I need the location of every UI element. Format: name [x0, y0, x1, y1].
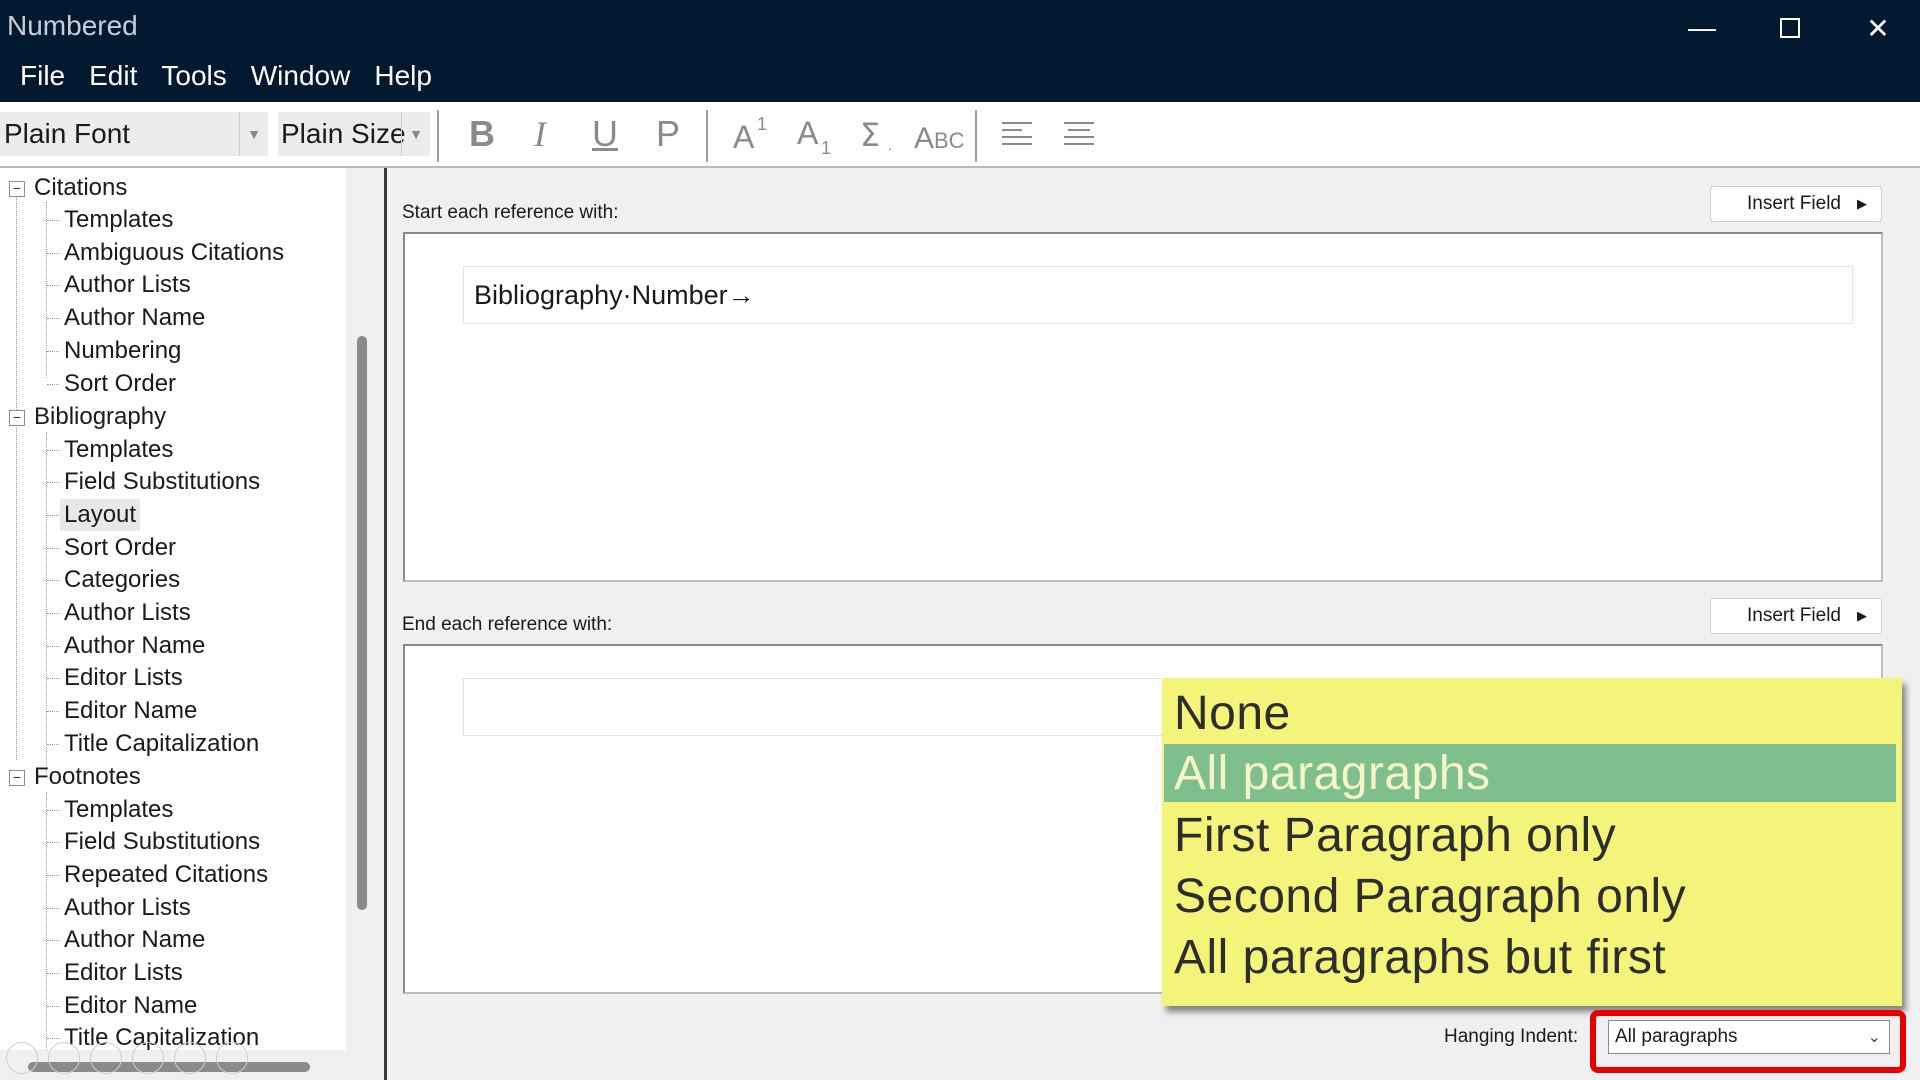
option-second-paragraph-only[interactable]: Second Paragraph only — [1174, 869, 1686, 924]
more-icon[interactable] — [216, 1042, 248, 1074]
toolbar-divider — [975, 110, 977, 162]
tree-item-bibliography-editor-lists[interactable]: Editor Lists — [64, 662, 183, 694]
copy-icon[interactable] — [132, 1042, 164, 1074]
svg-text:A: A — [797, 115, 819, 151]
collapse-icon[interactable]: − — [9, 770, 25, 786]
tree-group-footnotes[interactable]: Footnotes — [34, 761, 141, 793]
edit-icon[interactable] — [90, 1042, 122, 1074]
svg-text:A: A — [733, 119, 755, 154]
tree-item-ambiguous-citations[interactable]: Ambiguous Citations — [64, 237, 284, 269]
chevron-down-icon[interactable]: ▼ — [401, 112, 430, 156]
size-select[interactable]: Plain Size ▼ — [278, 112, 430, 156]
underline-button[interactable]: U — [584, 112, 626, 156]
bold-button[interactable]: B — [462, 112, 502, 156]
hanging-indent-options-list: None All paragraphs First Paragraph only… — [1162, 678, 1902, 1006]
menu-window[interactable]: Window — [239, 60, 363, 92]
back-icon[interactable] — [6, 1042, 38, 1074]
start-reference-content[interactable]: Bibliography·Number→ — [463, 266, 1853, 324]
tree-item-citations-templates[interactable]: Templates — [64, 204, 173, 236]
plain-button[interactable]: P — [648, 112, 688, 156]
menu-edit[interactable]: Edit — [77, 60, 149, 92]
option-none[interactable]: None — [1174, 686, 1291, 741]
tree-item-bibliography-templates[interactable]: Templates — [64, 434, 173, 466]
toolbar-divider — [437, 110, 439, 162]
tree-item-bibliography-sort-order[interactable]: Sort Order — [64, 532, 176, 564]
end-insert-field-button[interactable]: Insert Field ▶ — [1710, 598, 1882, 634]
svg-text:.: . — [888, 137, 892, 153]
close-icon[interactable]: ✕ — [1850, 8, 1906, 48]
option-all-paragraphs-but-first[interactable]: All paragraphs but first — [1174, 930, 1666, 985]
tree-item-citations-author-lists[interactable]: Author Lists — [64, 269, 191, 301]
menu-file[interactable]: File — [8, 60, 77, 92]
font-select[interactable]: Plain Font ▼ — [0, 112, 268, 156]
svg-text:1: 1 — [821, 138, 831, 156]
svg-text:Σ: Σ — [860, 116, 880, 154]
italic-button[interactable]: I — [520, 112, 560, 156]
start-reference-editor[interactable]: Bibliography·Number→ — [403, 232, 1883, 582]
tree-item-bibliography-field-substitutions[interactable]: Field Substitutions — [64, 466, 260, 498]
tree-item-footnotes-field-substitutions[interactable]: Field Substitutions — [64, 826, 260, 858]
tree-item-footnotes-editor-name[interactable]: Editor Name — [64, 990, 197, 1022]
tree-item-bibliography-author-name[interactable]: Author Name — [64, 630, 205, 662]
svg-text:BC: BC — [934, 128, 964, 153]
title-bar: Numbered — ✕ File Edit Tools Window Help — [0, 0, 1920, 102]
maximize-icon[interactable] — [1762, 8, 1818, 48]
start-insert-field-button[interactable]: Insert Field ▶ — [1710, 186, 1882, 222]
tree-item-categories[interactable]: Categories — [64, 564, 180, 596]
subscript-icon[interactable]: A1 — [794, 112, 840, 156]
tree-item-citations-author-name[interactable]: Author Name — [64, 302, 205, 334]
svg-text:A: A — [914, 122, 934, 154]
forward-icon[interactable] — [48, 1042, 80, 1074]
tree-item-repeated-citations[interactable]: Repeated Citations — [64, 859, 268, 891]
caret-right-icon: ▶ — [1857, 608, 1867, 623]
window-title: Numbered — [7, 10, 138, 41]
chevron-down-icon[interactable]: ▼ — [239, 112, 268, 156]
menu-help[interactable]: Help — [362, 60, 444, 92]
collapse-icon[interactable]: − — [9, 181, 25, 197]
insert-field-label: Insert Field — [1747, 193, 1841, 214]
tree-vertical-scrollbar[interactable] — [357, 336, 367, 910]
size-select-value: Plain Size — [281, 118, 406, 149]
tree-item-bibliography-editor-name[interactable]: Editor Name — [64, 695, 197, 727]
option-all-paragraphs[interactable]: All paragraphs — [1174, 746, 1491, 801]
formatting-toolbar: Plain Font ▼ Plain Size ▼ B I U P A1 A1 … — [0, 102, 1920, 168]
tree-item-bibliography-author-lists[interactable]: Author Lists — [64, 597, 191, 629]
tree-item-footnotes-author-name[interactable]: Author Name — [64, 924, 205, 956]
style-sections-tree: − Citations Templates Ambiguous Citation… — [0, 168, 346, 1050]
search-icon[interactable] — [174, 1042, 206, 1074]
tree-item-bibliography-title-capitalization[interactable]: Title Capitalization — [64, 728, 259, 760]
align-center-icon[interactable] — [1062, 112, 1096, 156]
tree-group-bibliography[interactable]: Bibliography — [34, 401, 166, 433]
tree-item-footnotes-author-lists[interactable]: Author Lists — [64, 892, 191, 924]
caret-right-icon: ▶ — [1857, 196, 1867, 211]
option-first-paragraph-only[interactable]: First Paragraph only — [1174, 808, 1616, 863]
symbol-icon[interactable]: Σ. — [856, 112, 900, 156]
pane-splitter[interactable] — [384, 168, 387, 1080]
tree-item-footnotes-templates[interactable]: Templates — [64, 794, 173, 826]
collapse-icon[interactable]: − — [9, 410, 25, 426]
align-left-icon[interactable] — [1000, 112, 1034, 156]
tree-item-numbering[interactable]: Numbering — [64, 335, 181, 367]
toolbar-divider — [706, 110, 708, 162]
tree-group-citations[interactable]: Citations — [34, 172, 127, 204]
svg-text:1: 1 — [757, 114, 767, 134]
navigation-controls — [6, 1042, 248, 1074]
minimize-icon[interactable]: — — [1674, 8, 1730, 48]
menu-bar: File Edit Tools Window Help — [8, 60, 444, 92]
small-caps-icon[interactable]: A BC — [912, 112, 964, 156]
tree-item-layout[interactable]: Layout — [60, 499, 141, 531]
menu-tools[interactable]: Tools — [149, 60, 238, 92]
tree-item-citations-sort-order[interactable]: Sort Order — [64, 368, 176, 400]
tree-item-footnotes-editor-lists[interactable]: Editor Lists — [64, 957, 183, 989]
start-reference-label: Start each reference with: — [402, 202, 619, 223]
superscript-icon[interactable]: A1 — [730, 112, 776, 156]
end-reference-label: End each reference with: — [402, 614, 613, 635]
red-highlight-box — [1590, 1010, 1906, 1073]
hanging-indent-label: Hanging Indent: — [1444, 1026, 1579, 1047]
font-select-value: Plain Font — [4, 118, 131, 149]
insert-field-label: Insert Field — [1747, 605, 1841, 626]
